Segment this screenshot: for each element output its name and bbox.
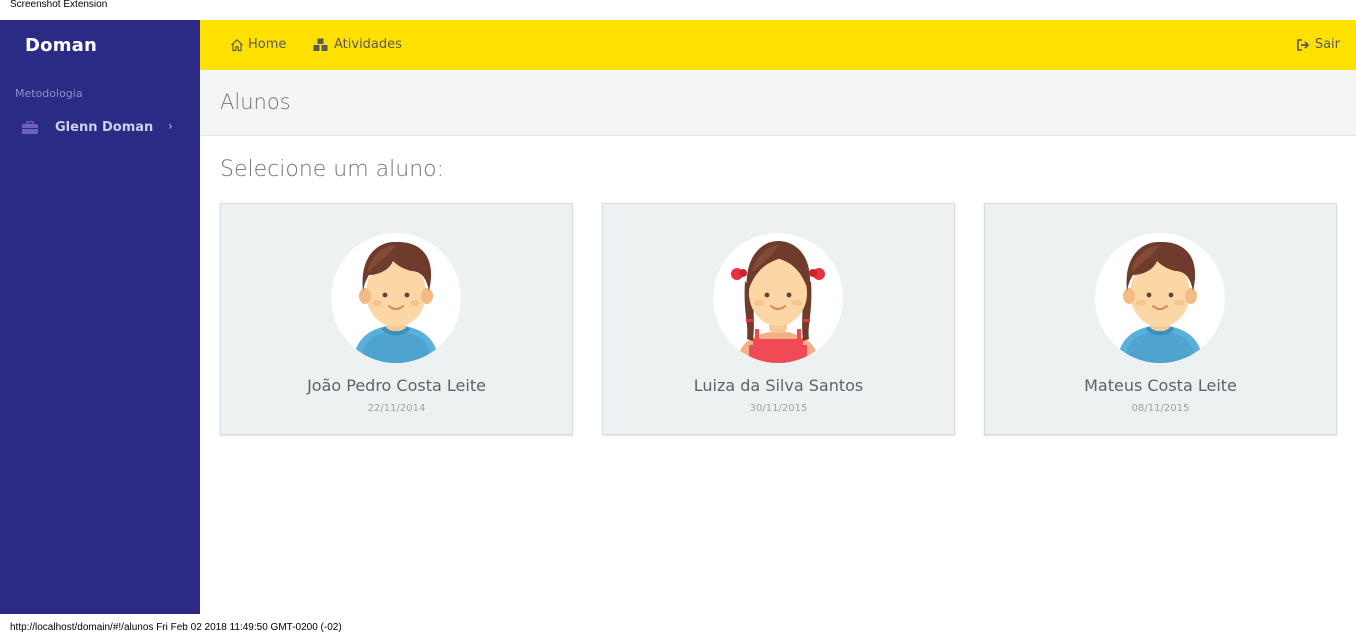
student-card-mateus[interactable]: Mateus Costa Leite 08/11/2015: [984, 203, 1337, 435]
sign-out-icon: [1297, 38, 1310, 51]
extension-title: Screenshot Extension: [0, 0, 1356, 20]
student-name: Luiza da Silva Santos: [693, 376, 864, 395]
student-date: 30/11/2015: [749, 403, 808, 414]
logout-link[interactable]: Sair: [1297, 37, 1340, 52]
student-name: João Pedro Costa Leite: [307, 376, 486, 395]
nav-home-link[interactable]: Home: [230, 37, 286, 52]
boy-avatar-icon: [331, 233, 461, 363]
page-title: Alunos: [220, 90, 291, 114]
home-icon: [231, 38, 243, 51]
nav-atividades-label: Atividades: [334, 37, 402, 52]
student-card-luiza[interactable]: Luiza da Silva Santos 30/11/2015: [602, 203, 955, 435]
cubes-icon: [313, 38, 328, 51]
nav-home-label: Home: [248, 37, 287, 52]
boy-avatar-icon: [1095, 233, 1225, 363]
main-content: Selecione um aluno: João Pedro Costa Lei…: [200, 137, 1356, 614]
chevron-right-icon: ›: [168, 119, 173, 133]
brand-logo[interactable]: Doman: [0, 20, 200, 70]
top-navbar: Home Atividades Sair: [200, 20, 1356, 70]
briefcase-icon: [22, 121, 38, 134]
student-name: Mateus Costa Leite: [1084, 376, 1237, 395]
nav-atividades-link[interactable]: Atividades: [313, 37, 402, 52]
sidebar-item-glenn-doman[interactable]: Glenn Doman ›: [0, 112, 200, 142]
sidebar-item-label: Glenn Doman: [55, 119, 154, 135]
student-date: 08/11/2015: [1131, 403, 1190, 414]
logout-label: Sair: [1314, 37, 1340, 52]
girl-avatar-icon: [713, 233, 843, 363]
student-card-joao[interactable]: João Pedro Costa Leite 22/11/2014: [220, 203, 573, 435]
select-student-prompt: Selecione um aluno:: [220, 157, 445, 182]
page-header: Alunos: [200, 70, 1356, 136]
sidebar-section-label: Metodologia: [15, 87, 83, 100]
sidebar: Doman Metodologia Glenn Doman ›: [0, 20, 200, 614]
student-date: 22/11/2014: [367, 403, 426, 414]
extension-footer: http://localhost/domain/#!/alunos Fri Fe…: [0, 614, 1356, 634]
